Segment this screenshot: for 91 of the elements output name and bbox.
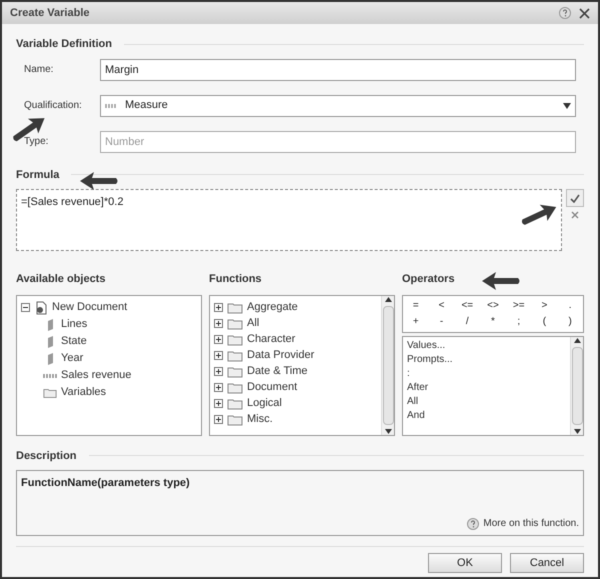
scroll-down-icon[interactable] [574, 428, 580, 434]
operator-symbol[interactable]: < [428, 298, 454, 314]
dimension-icon [45, 318, 55, 332]
folder-icon [43, 386, 57, 398]
expand-icon[interactable] [214, 335, 223, 344]
section-heading: Description [16, 448, 77, 464]
function-signature: FunctionName(parameters type) [21, 476, 191, 491]
function-category[interactable]: Date & Time [214, 364, 377, 380]
section-heading: Operators [402, 272, 455, 287]
expand-icon[interactable] [214, 399, 223, 408]
function-category[interactable]: Document [214, 380, 377, 396]
clear-icon[interactable] [571, 211, 579, 219]
dimension-icon [45, 352, 55, 366]
operator-symbol[interactable]: >= [506, 298, 532, 314]
scroll-up-icon[interactable] [574, 338, 580, 342]
operator-item[interactable]: All [407, 394, 566, 408]
operator-symbol[interactable]: ; [506, 314, 532, 330]
function-category[interactable]: Logical [214, 396, 377, 412]
operator-item[interactable]: And [407, 408, 566, 422]
expand-icon[interactable] [214, 383, 223, 392]
tree-item[interactable]: Variables [21, 384, 197, 400]
tree-item[interactable]: Lines [21, 316, 197, 332]
annotation-arrow-icon [480, 270, 522, 292]
operator-symbol[interactable]: <= [454, 298, 480, 314]
expand-icon[interactable] [214, 319, 223, 328]
operator-symbol[interactable]: ( [532, 314, 558, 330]
scrollbar[interactable] [570, 336, 583, 434]
folder-icon [227, 302, 243, 314]
dropdown-caret-icon [563, 102, 571, 108]
operator-symbol[interactable]: / [454, 314, 480, 330]
operator-symbol[interactable]: > [532, 298, 558, 314]
operator-symbol[interactable]: - [428, 314, 454, 330]
folder-icon [227, 414, 243, 426]
operator-symbol[interactable]: . [557, 298, 583, 314]
validate-button[interactable] [566, 189, 584, 207]
window-title: Create Variable [10, 6, 90, 21]
checkmark-icon [570, 194, 580, 202]
scroll-up-icon[interactable] [384, 296, 392, 302]
measure-icon [105, 102, 117, 108]
operator-symbol[interactable]: ) [557, 314, 583, 330]
expand-icon[interactable] [214, 367, 223, 376]
expand-icon[interactable] [214, 351, 223, 360]
folder-icon [227, 318, 243, 330]
section-heading: Functions [209, 272, 263, 287]
name-field[interactable]: Margin [100, 58, 576, 80]
operator-symbol[interactable]: + [403, 314, 429, 330]
operator-item[interactable]: Prompts... [407, 352, 566, 366]
measure-icon [43, 372, 57, 378]
close-icon[interactable] [579, 8, 590, 18]
tree-item[interactable]: New Document [21, 300, 197, 316]
collapse-icon[interactable] [21, 303, 30, 312]
scrollbar[interactable] [381, 296, 394, 434]
dialog-button[interactable]: OK [428, 553, 502, 573]
more-info-link[interactable]: More on this function. [483, 516, 579, 531]
operator-item[interactable]: Values... [407, 338, 566, 352]
folder-icon [227, 350, 243, 362]
annotation-arrow-icon [78, 170, 120, 192]
folder-icon [227, 334, 243, 346]
scroll-down-icon[interactable] [384, 428, 392, 434]
document-icon [34, 300, 48, 314]
function-category[interactable]: Aggregate [214, 300, 377, 316]
operator-symbol[interactable]: <> [480, 298, 506, 314]
expand-icon[interactable] [214, 415, 223, 424]
section-heading: Available objects [16, 272, 106, 287]
field-label: Type: [24, 135, 50, 149]
field-label: Name: [24, 63, 54, 77]
function-category[interactable]: Character [214, 332, 377, 348]
operator-symbol[interactable]: = [403, 298, 429, 314]
help-icon [467, 518, 480, 530]
folder-icon [227, 366, 243, 378]
function-category[interactable]: Misc. [214, 412, 377, 428]
qualification-dropdown[interactable]: Measure [100, 94, 576, 116]
section-heading: Variable Definition [16, 37, 112, 52]
operator-item[interactable]: After [407, 380, 566, 394]
function-category[interactable]: Data Provider [214, 348, 377, 364]
operator-symbol[interactable]: * [480, 314, 506, 330]
tree-item[interactable]: Sales revenue [21, 368, 197, 384]
dimension-icon [45, 334, 55, 348]
dialog-button[interactable]: Cancel [510, 553, 584, 573]
formula-editor[interactable]: =[Sales revenue]*0.2 [16, 189, 562, 251]
operator-item[interactable]: : [407, 366, 566, 380]
tree-item[interactable]: State [21, 334, 197, 350]
type-field[interactable]: Number [100, 130, 576, 152]
expand-icon[interactable] [214, 303, 223, 312]
section-heading: Formula [16, 168, 60, 182]
tree-item[interactable]: Year [21, 350, 197, 366]
folder-icon [227, 382, 243, 394]
field-label: Qualification: [24, 99, 83, 113]
help-icon[interactable] [559, 7, 571, 19]
folder-icon [227, 398, 243, 410]
function-category[interactable]: All [214, 316, 377, 332]
